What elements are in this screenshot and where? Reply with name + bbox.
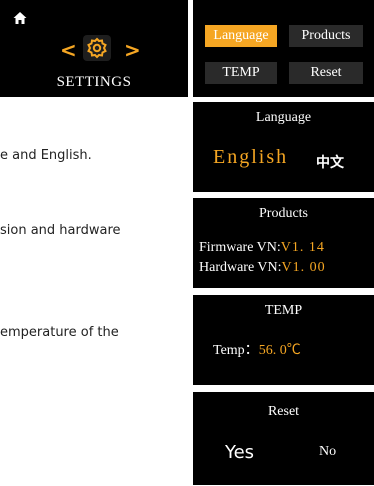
language-screen: Language English 中文 <box>193 102 374 192</box>
reset-title: Reset <box>267 404 300 419</box>
reset-yes-option[interactable]: Yes <box>225 442 254 463</box>
language-option-chinese[interactable]: 中文 <box>316 152 344 172</box>
temp-screen: TEMP Temp：56. 0℃ <box>193 295 374 385</box>
reset-screen: Reset Yes No <box>193 392 374 485</box>
settings-title: SETTINGS <box>56 74 132 90</box>
menu-item-temp[interactable]: TEMP <box>205 62 277 84</box>
menu-item-language[interactable]: Language <box>205 25 277 47</box>
products-screen: Products Firmware VN:V1. 14 Hardware VN:… <box>193 198 374 288</box>
firmware-value: V1. 14 <box>280 240 325 255</box>
language-title: Language <box>255 110 312 125</box>
hardware-version-row: Hardware VN:V1. 00 <box>199 260 326 276</box>
settings-main-screen: < > SETTINGS <box>0 0 188 97</box>
temp-description: emperature of the <box>0 325 119 340</box>
language-description: e and English. <box>0 148 92 163</box>
menu-item-products[interactable]: Products <box>289 25 363 47</box>
hardware-label: Hardware VN: <box>199 260 282 275</box>
products-title: Products <box>259 206 308 221</box>
temp-row: Temp：56. 0℃ <box>213 339 301 359</box>
settings-menu-screen: Language Products TEMP Reset <box>193 0 374 97</box>
firmware-version-row: Firmware VN:V1. 14 <box>199 240 325 256</box>
temp-title: TEMP <box>264 303 303 318</box>
language-option-english[interactable]: English <box>213 146 288 169</box>
hardware-value: V1. 00 <box>281 260 326 275</box>
home-icon[interactable] <box>12 10 28 26</box>
firmware-label: Firmware VN: <box>199 240 281 255</box>
products-description: sion and hardware <box>0 223 121 238</box>
reset-no-option[interactable]: No <box>319 444 336 460</box>
gear-icon[interactable] <box>82 34 112 62</box>
temp-value: 56. 0℃ <box>258 343 301 358</box>
menu-item-reset[interactable]: Reset <box>289 62 363 84</box>
temp-label: Temp： <box>213 343 259 358</box>
chevron-right-icon[interactable]: > <box>124 38 141 62</box>
chevron-left-icon[interactable]: < <box>60 38 77 62</box>
